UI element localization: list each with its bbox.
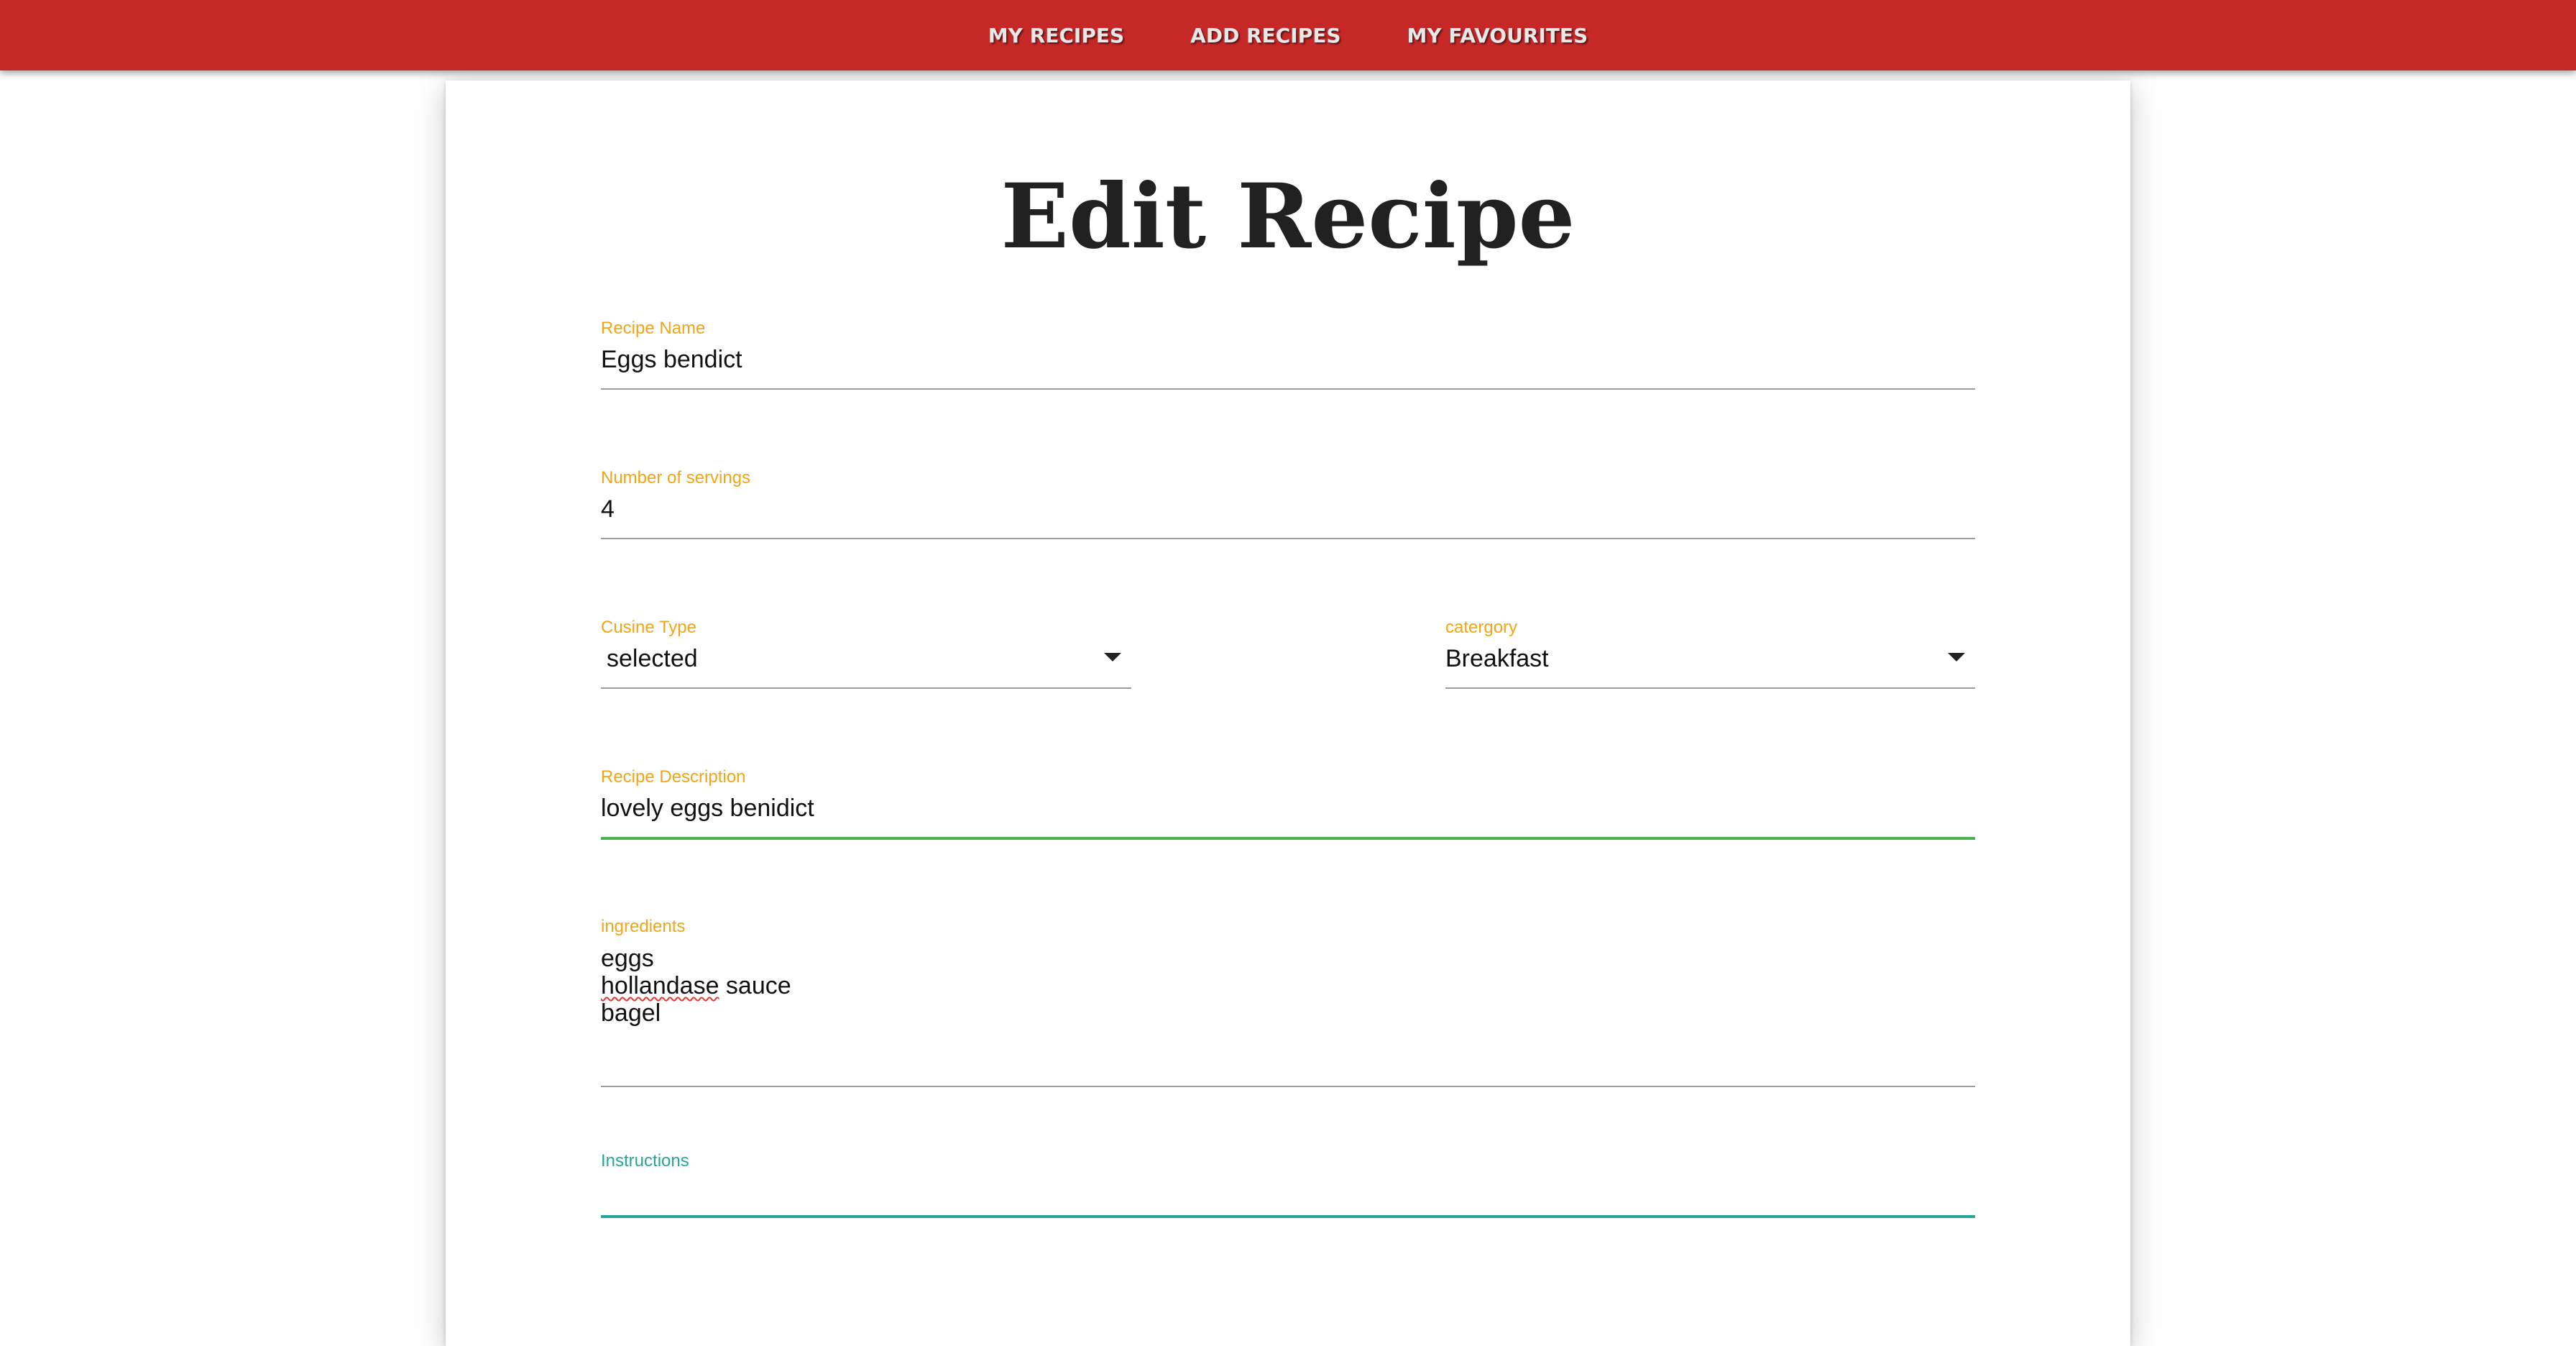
caret-down-icon[interactable] xyxy=(1104,653,1121,661)
servings-underline xyxy=(601,538,1975,539)
nav-add-recipes[interactable]: ADD RECIPES xyxy=(1190,24,1340,47)
nav-my-favourites[interactable]: MY FAVOURITES xyxy=(1407,24,1588,47)
ingredients-underline xyxy=(601,1086,1975,1087)
description-label: Recipe Description xyxy=(601,767,746,787)
recipe-name-field[interactable]: Recipe Name Eggs bendict xyxy=(601,318,1975,390)
instructions-field[interactable]: Instructions xyxy=(601,1150,1975,1218)
caret-down-icon[interactable] xyxy=(1948,653,1965,661)
instructions-input[interactable] xyxy=(601,1172,1975,1178)
servings-field[interactable]: Number of servings 4 xyxy=(601,467,1975,539)
misspelled-word: hollandase xyxy=(601,972,719,999)
edit-recipe-card: Edit Recipe Recipe Name Eggs bendict Num… xyxy=(446,81,2130,1346)
ingredient-line[interactable]: eggs xyxy=(601,945,1975,972)
nav-my-recipes[interactable]: MY RECIPES xyxy=(988,24,1124,47)
category-selected-value[interactable]: Breakfast xyxy=(1445,638,1975,673)
cuisine-label: Cusine Type xyxy=(601,618,696,637)
recipe-name-underline xyxy=(601,388,1975,390)
ingredient-line[interactable]: hollandase sauce xyxy=(601,972,1975,999)
ingredients-field[interactable]: ingredients eggs hollandase sauce bagel xyxy=(601,916,1975,1087)
page-title: Edit Recipe xyxy=(1000,165,1576,269)
description-input[interactable]: lovely eggs benidict xyxy=(601,788,1975,823)
servings-input[interactable]: 4 xyxy=(601,489,1975,523)
category-underline xyxy=(1445,687,1975,689)
ingredient-line-rest: sauce xyxy=(719,972,791,999)
cuisine-underline xyxy=(601,687,1131,689)
instructions-label: Instructions xyxy=(601,1151,689,1171)
top-navbar: MY RECIPES ADD RECIPES MY FAVOURITES xyxy=(0,0,2576,70)
description-underline xyxy=(601,837,1975,840)
cuisine-select[interactable]: Cusine Type selected xyxy=(601,617,1131,689)
recipe-name-input[interactable]: Eggs bendict xyxy=(601,339,1975,374)
category-label: catergory xyxy=(1445,618,1518,637)
category-select[interactable]: catergory Breakfast xyxy=(1445,617,1975,689)
description-field[interactable]: Recipe Description lovely eggs benidict xyxy=(601,766,1975,840)
recipe-name-label: Recipe Name xyxy=(601,319,706,338)
servings-label: Number of servings xyxy=(601,468,751,487)
ingredient-line[interactable]: bagel xyxy=(601,999,1975,1027)
ingredients-label: ingredients xyxy=(601,917,686,936)
instructions-underline xyxy=(601,1215,1975,1218)
cuisine-selected-value[interactable]: selected xyxy=(601,638,1131,673)
